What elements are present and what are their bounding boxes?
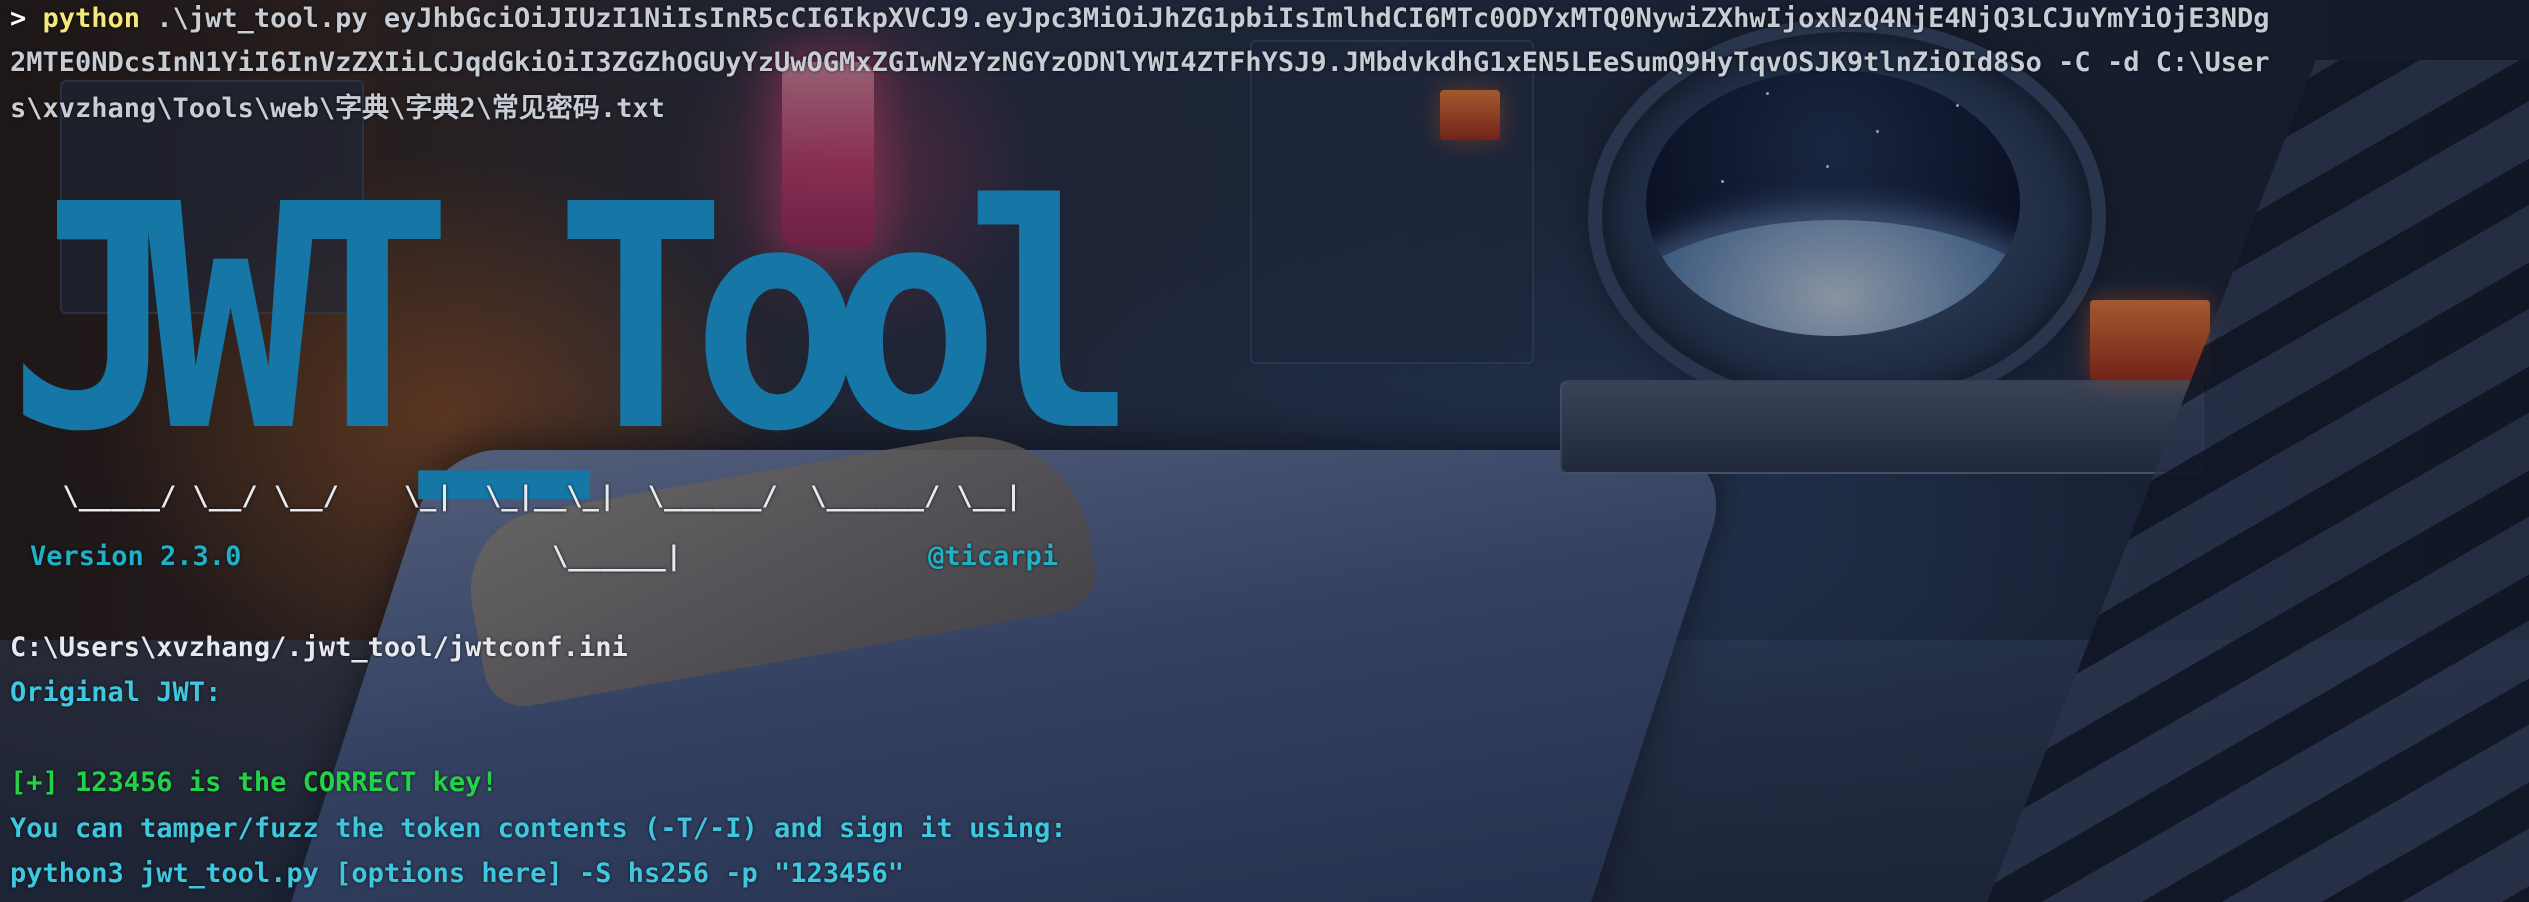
jwt-tool-ascii-banner: JWT_Tool — [8, 139, 1137, 500]
ascii-banner-underscore: \______| — [552, 541, 683, 572]
command-arguments-wrap-1: 2MTE0NDcsInN1YiI6InVzZXIiLCJqdGkiOiI3ZGZ… — [10, 47, 2270, 78]
command-arguments-wrap-2: s\xvzhang\Tools\web\字典\字典2\常见密码.txt — [10, 93, 665, 124]
ascii-banner-bottom: \_____/ \__/ \__/ \_| \_|__\_| \______/ … — [30, 481, 1022, 512]
version-label: Version 2.3.0 — [30, 541, 242, 572]
config-path: C:\Users\xvzhang/.jwt_tool/jwtconf.ini — [10, 632, 628, 663]
command-line: > python .\jwt_tool.py eyJhbGciOiJIUzI1N… — [10, 0, 2270, 42]
command-name: python — [42, 3, 141, 34]
correct-key-message: [+] 123456 is the CORRECT key! — [10, 767, 498, 798]
terminal-output[interactable]: > python .\jwt_tool.py eyJhbGciOiJIUzI1N… — [0, 0, 2529, 902]
author-handle: @ticarpi — [928, 541, 1059, 572]
original-jwt-label: Original JWT: — [10, 677, 222, 708]
tamper-hint: You can tamper/fuzz the token contents (… — [10, 813, 1067, 844]
prompt-caret: > — [10, 3, 27, 34]
sign-command: python3 jwt_tool.py [options here] -S hs… — [10, 858, 905, 889]
command-arguments: .\jwt_tool.py eyJhbGciOiJIUzI1NiIsInR5cC… — [140, 3, 2270, 34]
